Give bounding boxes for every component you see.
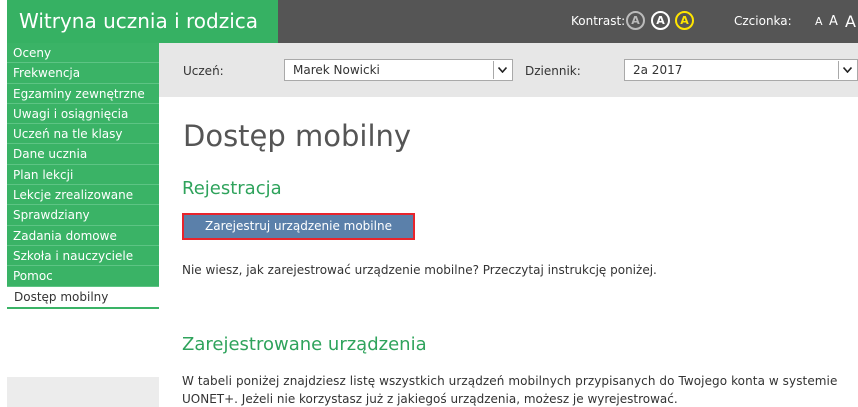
sidebar-item-plan-lekcji[interactable]: Plan lekcji bbox=[7, 164, 159, 186]
devices-heading: Zarejestrowane urządzenia bbox=[182, 334, 427, 355]
filter-bar: Uczeń: Marek Nowicki Dziennik: 2a 2017 bbox=[159, 43, 858, 97]
student-label: Uczeń: bbox=[183, 64, 224, 78]
devices-description-line-2: UONET+. Jeżeli nie korzystasz już z jaki… bbox=[182, 392, 678, 406]
sidebar-item-szkola[interactable]: Szkoła i nauczyciele bbox=[7, 245, 159, 267]
sidebar-item-egzaminy[interactable]: Egzaminy zewnętrzne bbox=[7, 83, 159, 104]
contrast-label: Kontrast: bbox=[571, 14, 626, 28]
page-title: Dostęp mobilny bbox=[183, 119, 412, 153]
sidebar-item-pomoc[interactable]: Pomoc bbox=[7, 266, 159, 287]
sidebar-item-lekcje-zrealizowane[interactable]: Lekcje zrealizowane bbox=[7, 185, 159, 206]
app-title: Witryna ucznia i rodzica bbox=[7, 0, 278, 43]
main-content: Dostęp mobilny Rejestracja Zarejestruj u… bbox=[159, 97, 858, 407]
sidebar-item-sprawdziany[interactable]: Sprawdziany bbox=[7, 205, 159, 226]
contrast-yellow-button[interactable]: A bbox=[675, 11, 694, 30]
devices-description-line-1: W tabeli poniżej znajdziesz listę wszyst… bbox=[182, 374, 838, 388]
help-text: Nie wiesz, jak zarejestrować urządzenie … bbox=[182, 263, 657, 277]
contrast-high-button[interactable]: A bbox=[651, 11, 670, 30]
journal-select[interactable]: 2a 2017 bbox=[624, 59, 858, 81]
registration-heading: Rejestracja bbox=[182, 178, 282, 199]
sidebar-item-uwagi[interactable]: Uwagi i osiągnięcia bbox=[7, 103, 159, 125]
font-size-label: Czcionka: bbox=[734, 14, 792, 28]
font-size-small-button[interactable]: A bbox=[815, 0, 823, 43]
sidebar-item-frekwencja[interactable]: Frekwencja bbox=[7, 63, 159, 84]
journal-select-value: 2a 2017 bbox=[633, 63, 683, 77]
sidebar-nav: Oceny Frekwencja Egzaminy zewnętrzne Uwa… bbox=[7, 43, 159, 309]
student-select[interactable]: Marek Nowicki bbox=[284, 59, 513, 81]
font-size-medium-button[interactable]: A bbox=[829, 0, 838, 43]
chevron-down-icon bbox=[493, 61, 511, 79]
sidebar-item-dostep-mobilny[interactable]: Dostęp mobilny bbox=[7, 286, 159, 309]
font-size-large-button[interactable]: A bbox=[845, 0, 856, 43]
contrast-default-button[interactable]: A bbox=[626, 11, 645, 30]
sidebar-item-uczen-na-tle-klasy[interactable]: Uczeń na tle klasy bbox=[7, 124, 159, 145]
chevron-down-icon bbox=[838, 61, 856, 79]
student-select-value: Marek Nowicki bbox=[293, 63, 380, 77]
top-bar: Kontrast: A A A Czcionka: A A A bbox=[278, 0, 858, 43]
sidebar-item-dane-ucznia[interactable]: Dane ucznia bbox=[7, 144, 159, 165]
sidebar-item-oceny[interactable]: Oceny bbox=[7, 43, 159, 64]
sidebar-background bbox=[7, 377, 159, 407]
journal-label: Dziennik: bbox=[525, 64, 581, 78]
register-device-button[interactable]: Zarejestruj urządzenie mobilne bbox=[182, 213, 415, 240]
sidebar-item-zadania-domowe[interactable]: Zadania domowe bbox=[7, 225, 159, 246]
